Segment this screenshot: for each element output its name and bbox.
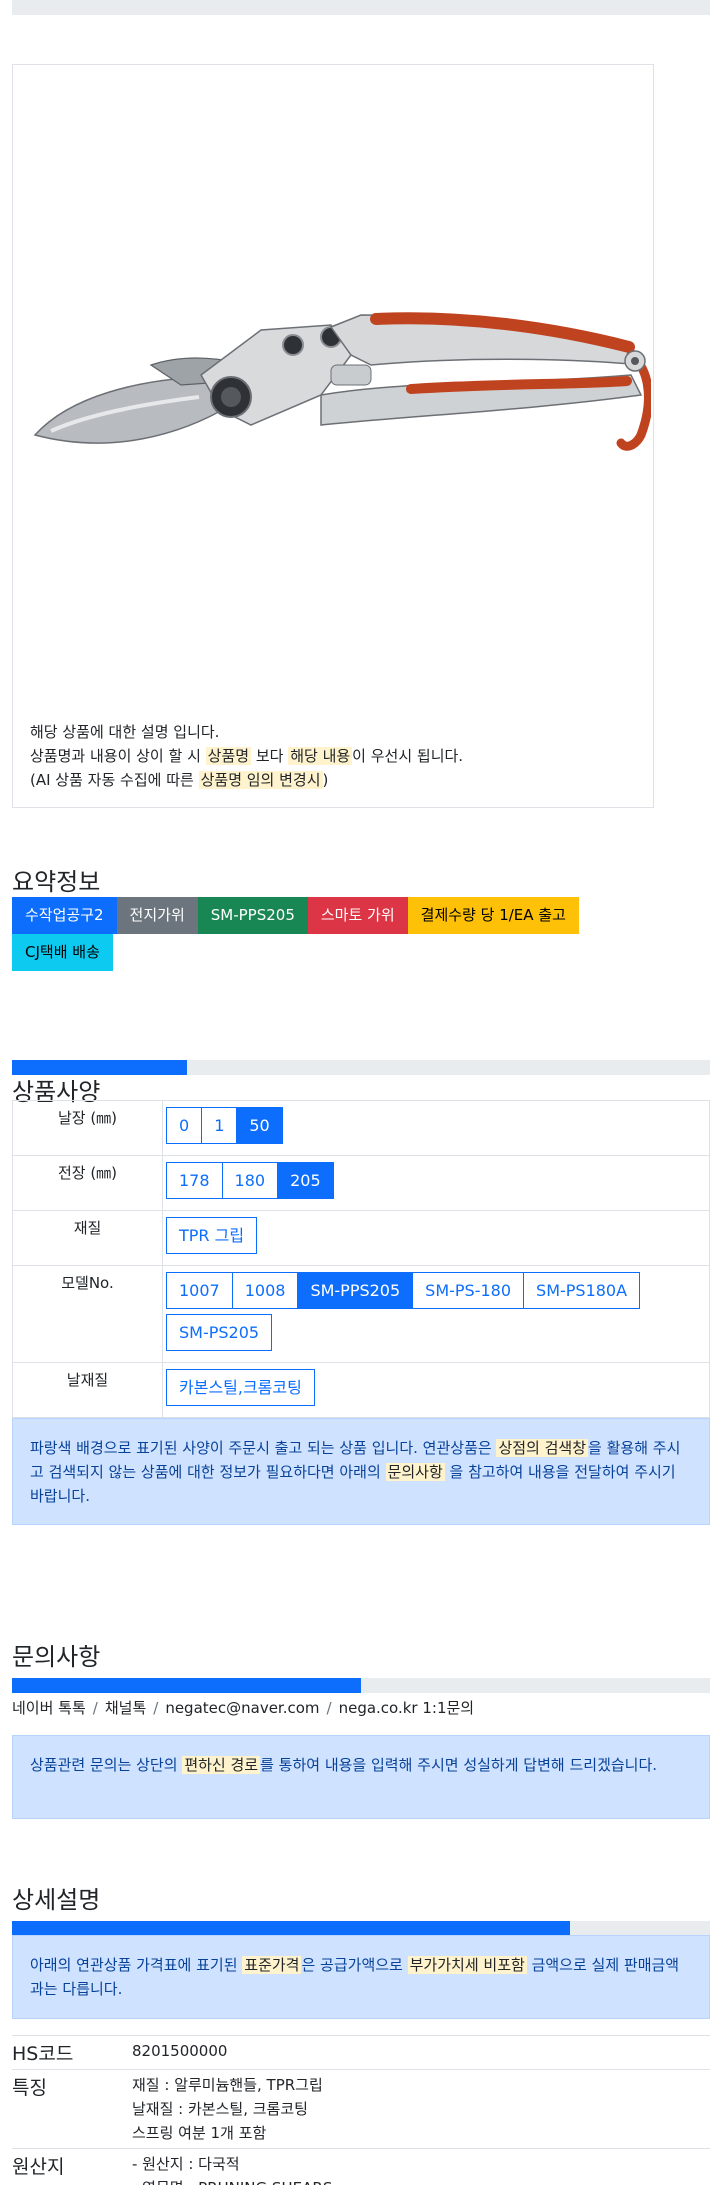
spec-row: 전장 (㎜) 178 180 205 [12, 1155, 710, 1211]
separator: / [326, 1699, 332, 1717]
contact-links: 네이버 톡톡 / 채널톡 / negatec@naver.com / nega.co.kr … [12, 1697, 474, 1718]
info-value: - 원산지 : 다국적 - 영문명 : PRUNING SHEARS [132, 2148, 710, 2185]
inquiry-notice: 상품관련 문의는 상단의 편하신 경로 를 통하여 내용을 입력해 주시면 성실하… [12, 1735, 710, 1819]
contact-naver-talk[interactable]: 네이버 톡톡 [12, 1699, 86, 1717]
summary-badge: 스마토 가위 [307, 897, 408, 934]
notice-text: 파랑색 배경으로 표기된 사양이 주문시 출고 되는 상품 입니다. 연관상품은 [30, 1439, 497, 1457]
spec-options: 1007 1008 SM-PPS205 SM-PS-180 SM-PS180A SM-PS… [162, 1265, 710, 1363]
inquiry-progress-bar [12, 1678, 710, 1693]
spec-option-button[interactable]: 1007 [166, 1272, 233, 1309]
detail-progress-fill [12, 1921, 571, 1936]
inquiry-title: 문의사항 [12, 1643, 101, 1671]
pruning-shears-image [33, 312, 651, 451]
detail-progress-bar [12, 1921, 710, 1936]
contact-channel-talk[interactable]: 채널톡 [105, 1699, 146, 1717]
spec-option-button[interactable]: TPR 그립 [166, 1217, 258, 1254]
spec-option-button[interactable]: SM-PPS205 [297, 1272, 414, 1309]
detail-info-table: HS코드 8201500000 특징 재질 : 알루미늄핸들, TPR그립날재질 : … [12, 2035, 710, 2185]
summary-badges: 수작업공구2 전지가위 SM-PPS205 스마토 가위 결제수량 당 1/EA 출고 C… [12, 897, 632, 971]
info-value: 재질 : 알루미늄핸들, TPR그립날재질 : 카본스틸, 크롬코팅스프링 여분… [132, 2069, 710, 2149]
description-text: 보다 [251, 747, 289, 765]
description-line-2: 상품명과 내용이 상이 할 시 상품명 보다 해당 내용 이 우선시 됩니다. [30, 744, 463, 768]
spec-option-button[interactable]: 178 [166, 1162, 223, 1199]
highlight-route: 편하신 경로 [182, 1756, 261, 1774]
highlight-product-name: 상품명 [205, 747, 252, 765]
top-progress-bar [12, 0, 710, 15]
info-line: 날재질 : 카본스틸, 크롬코팅 [132, 2100, 308, 2118]
notice-text: 를 통하여 내용을 입력해 주시면 성실하게 답변해 드리겠습니다. [260, 1756, 658, 1774]
description-text: ) [322, 771, 329, 789]
highlight-name-change: 상품명 임의 변경시 [198, 771, 323, 789]
highlight-vat-excluded: 부가가치세 비포함 [407, 1956, 527, 1974]
description-line-3: (AI 상품 자동 수집에 따른 상품명 임의 변경시) [30, 768, 463, 792]
spec-key: 날재질 [12, 1362, 163, 1418]
spec-row: 재질 TPR 그립 [12, 1210, 710, 1266]
detail-title: 상세설명 [12, 1886, 101, 1914]
spec-option-button[interactable]: SM-PS180A [523, 1272, 641, 1309]
info-key: 원산지 [12, 2148, 132, 2185]
description-text: 이 우선시 됩니다. [352, 747, 464, 765]
highlight-content: 해당 내용 [288, 747, 353, 765]
summary-badge: 수작업공구2 [12, 897, 117, 934]
spec-table: 날장 (㎜) 0 1 50 전장 (㎜) 178 180 205 재질 TPR 그립 모델No. 10… [12, 1100, 710, 1418]
spec-option-button[interactable]: 1 [201, 1107, 238, 1144]
inquiry-progress-fill [12, 1678, 361, 1693]
notice-text: 상품관련 문의는 상단의 [30, 1756, 183, 1774]
description-line-1: 해당 상품에 대한 설명 입니다. [30, 723, 220, 741]
spec-option-button[interactable]: 0 [166, 1107, 203, 1144]
spec-notice: 파랑색 배경으로 표기된 사양이 주문시 출고 되는 상품 입니다. 연관상품은… [12, 1418, 710, 1525]
spec-row: 날재질 카본스틸,크롬코팅 [12, 1362, 710, 1418]
spec-key: 날장 (㎜) [12, 1100, 163, 1156]
info-line: - 원산지 : 다국적 [132, 2155, 240, 2173]
summary-badge: SM-PPS205 [197, 897, 308, 934]
spec-row: 모델No. 1007 1008 SM-PPS205 SM-PS-180 SM-PS180A… [12, 1265, 710, 1363]
spec-option-button[interactable]: 카본스틸,크롬코팅 [166, 1369, 315, 1406]
spec-option-button[interactable]: SM-PS-180 [412, 1272, 525, 1309]
summary-title: 요약정보 [12, 868, 101, 896]
product-image-card: 해당 상품에 대한 설명 입니다. 상품명과 내용이 상이 할 시 상품명 보다… [12, 64, 654, 808]
spec-option-button[interactable]: 50 [236, 1107, 283, 1144]
info-line: 스프링 여분 1개 포함 [132, 2124, 267, 2142]
spec-option-button[interactable]: 180 [221, 1162, 279, 1199]
spec-progress-bar [12, 1060, 710, 1075]
description-text: 상품명과 내용이 상이 할 시 [30, 747, 206, 765]
spec-row: 날장 (㎜) 0 1 50 [12, 1100, 710, 1156]
contact-site-inquiry[interactable]: nega.co.kr 1:1문의 [339, 1699, 475, 1717]
summary-badge: 결제수량 당 1/EA 출고 [407, 897, 579, 934]
info-value: 8201500000 [132, 2035, 710, 2070]
summary-badge: CJ택배 배송 [12, 934, 113, 971]
highlight-inquiry: 문의사항 [385, 1463, 445, 1481]
highlight-standard-price: 표준가격 [242, 1956, 302, 1974]
summary-badge: 전지가위 [116, 897, 198, 934]
separator: / [92, 1699, 98, 1717]
info-line: 8201500000 [132, 2042, 228, 2060]
notice-text: 은 공급가액으로 [301, 1956, 408, 1974]
info-line: 재질 : 알루미늄핸들, TPR그립 [132, 2076, 323, 2094]
spec-options: 0 1 50 [162, 1100, 710, 1156]
info-row: 원산지- 원산지 : 다국적 - 영문명 : PRUNING SHEARS [12, 2148, 710, 2185]
description-text: (AI 상품 자동 수집에 따른 [30, 771, 199, 789]
spec-key: 모델No. [12, 1265, 163, 1363]
info-line: - 영문명 : PRUNING SHEARS [132, 2176, 710, 2185]
contact-email[interactable]: negatec@naver.com [165, 1699, 319, 1717]
spec-key: 재질 [12, 1210, 163, 1266]
notice-text: 아래의 연관상품 가격표에 표기된 [30, 1956, 243, 1974]
product-description: 해당 상품에 대한 설명 입니다. 상품명과 내용이 상이 할 시 상품명 보다… [30, 720, 463, 792]
spec-option-button[interactable]: 205 [277, 1162, 334, 1199]
separator: / [153, 1699, 159, 1717]
highlight-search: 상점의 검색창 [496, 1439, 589, 1457]
spec-options: 카본스틸,크롬코팅 [162, 1362, 710, 1418]
spec-options: TPR 그립 [162, 1210, 710, 1266]
info-row: 특징 재질 : 알루미늄핸들, TPR그립날재질 : 카본스틸, 크롬코팅스프링 … [12, 2069, 710, 2149]
info-key: 특징 [12, 2069, 132, 2149]
spec-key: 전장 (㎜) [12, 1155, 163, 1211]
spec-options: 178 180 205 [162, 1155, 710, 1211]
info-key: HS코드 [12, 2035, 132, 2070]
detail-notice: 아래의 연관상품 가격표에 표기된 표준가격 은 공급가액으로 부가가치세 비포함… [12, 1935, 710, 2019]
spec-option-button[interactable]: SM-PS205 [166, 1314, 273, 1351]
info-row: HS코드 8201500000 [12, 2035, 710, 2070]
spec-option-button[interactable]: 1008 [231, 1272, 299, 1309]
